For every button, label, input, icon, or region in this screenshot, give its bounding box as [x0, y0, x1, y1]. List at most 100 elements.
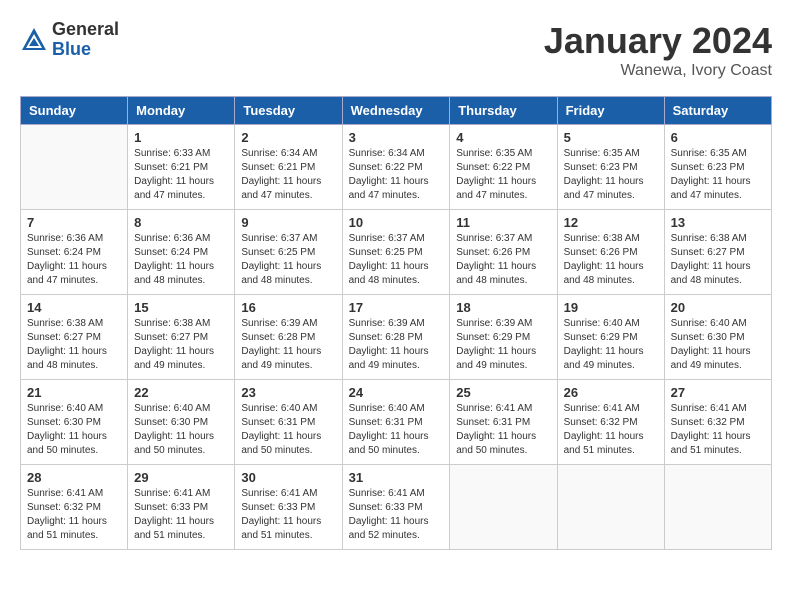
calendar-cell: 8 Sunrise: 6:36 AM Sunset: 6:24 PM Daylig… [128, 210, 235, 295]
calendar-cell: 17 Sunrise: 6:39 AM Sunset: 6:28 PM Dayli… [342, 295, 450, 380]
cell-info: Sunrise: 6:36 AM Sunset: 6:24 PM Dayligh… [134, 232, 228, 288]
calendar-cell: 1 Sunrise: 6:33 AM Sunset: 6:21 PM Daylig… [128, 125, 235, 210]
logo: General Blue [20, 20, 119, 60]
calendar-cell: 26 Sunrise: 6:41 AM Sunset: 6:32 PM Dayli… [557, 380, 664, 465]
calendar-cell: 5Sunrise: 6:35 AM Sunset: 6:23 PM Daylig… [557, 125, 664, 210]
month-title: January 2024 [544, 20, 772, 62]
calendar-cell: 30 Sunrise: 6:41 AM Sunset: 6:33 PM Dayli… [235, 465, 342, 550]
day-number: 13 [671, 215, 765, 230]
calendar-cell: 11 Sunrise: 6:37 AM Sunset: 6:26 PM Dayli… [450, 210, 557, 295]
calendar-cell: 12 Sunrise: 6:38 AM Sunset: 6:26 PM Dayli… [557, 210, 664, 295]
calendar-cell: 31 Sunrise: 6:41 AM Sunset: 6:33 PM Dayli… [342, 465, 450, 550]
day-number: 29 [134, 470, 228, 485]
weekday-header-row: SundayMondayTuesdayWednesdayThursdayFrid… [21, 97, 772, 125]
calendar-cell: 23Sunrise: 6:40 AM Sunset: 6:31 PM Dayli… [235, 380, 342, 465]
calendar-cell: 21Sunrise: 6:40 AM Sunset: 6:30 PM Dayli… [21, 380, 128, 465]
day-number: 3 [349, 130, 444, 145]
calendar-cell: 10 Sunrise: 6:37 AM Sunset: 6:25 PM Dayli… [342, 210, 450, 295]
weekday-header: Wednesday [342, 97, 450, 125]
cell-info: Sunrise: 6:40 AM Sunset: 6:30 PM Dayligh… [671, 317, 765, 373]
cell-info: Sunrise: 6:41 AM Sunset: 6:33 PM Dayligh… [134, 487, 228, 543]
logo-general: General [52, 20, 119, 40]
calendar-cell [664, 465, 771, 550]
calendar-cell: 3 Sunrise: 6:34 AM Sunset: 6:22 PM Daylig… [342, 125, 450, 210]
cell-info: Sunrise: 6:39 AM Sunset: 6:28 PM Dayligh… [349, 317, 444, 373]
calendar-cell: 13 Sunrise: 6:38 AM Sunset: 6:27 PM Dayli… [664, 210, 771, 295]
calendar-cell: 2 Sunrise: 6:34 AM Sunset: 6:21 PM Daylig… [235, 125, 342, 210]
day-number: 11 [456, 215, 550, 230]
day-number: 10 [349, 215, 444, 230]
calendar-cell: 22Sunrise: 6:40 AM Sunset: 6:30 PM Dayli… [128, 380, 235, 465]
day-number: 25 [456, 385, 550, 400]
day-number: 15 [134, 300, 228, 315]
weekday-header: Thursday [450, 97, 557, 125]
day-number: 1 [134, 130, 228, 145]
day-number: 20 [671, 300, 765, 315]
calendar-cell: 27Sunrise: 6:41 AM Sunset: 6:32 PM Dayli… [664, 380, 771, 465]
calendar-week-row: 21 Sunrise: 6:40 AM Sunset: 6:30 PM Dayli… [21, 380, 772, 465]
cell-info: Sunrise: 6:38 AM Sunset: 6:27 PM Dayligh… [671, 232, 765, 288]
calendar-cell: 16Sunrise: 6:39 AM Sunset: 6:28 PM Dayli… [235, 295, 342, 380]
calendar-week-row: 7 Sunrise: 6:36 AM Sunset: 6:24 PM Daylig… [21, 210, 772, 295]
cell-info: Sunrise: 6:39 AM Sunset: 6:28 PM Dayligh… [241, 317, 335, 373]
cell-info: Sunrise: 6:41 AM Sunset: 6:31 PM Dayligh… [456, 402, 550, 458]
cell-info: Sunrise: 6:38 AM Sunset: 6:27 PM Dayligh… [134, 317, 228, 373]
day-number: 17 [349, 300, 444, 315]
calendar-cell: 7 Sunrise: 6:36 AM Sunset: 6:24 PM Daylig… [21, 210, 128, 295]
cell-info: Sunrise: 6:41 AM Sunset: 6:32 PM Dayligh… [671, 402, 765, 458]
day-number: 12 [564, 215, 658, 230]
cell-info: Sunrise: 6:37 AM Sunset: 6:25 PM Dayligh… [349, 232, 444, 288]
day-number: 2 [241, 130, 335, 145]
logo-text: General Blue [52, 20, 119, 60]
cell-info: Sunrise: 6:40 AM Sunset: 6:30 PM Dayligh… [134, 402, 228, 458]
cell-info: Sunrise: 6:36 AM Sunset: 6:24 PM Dayligh… [27, 232, 121, 288]
calendar-cell: 28 Sunrise: 6:41 AM Sunset: 6:32 PM Dayli… [21, 465, 128, 550]
calendar-cell: 18Sunrise: 6:39 AM Sunset: 6:29 PM Dayli… [450, 295, 557, 380]
calendar-table: SundayMondayTuesdayWednesdayThursdayFrid… [20, 96, 772, 550]
cell-info: Sunrise: 6:35 AM Sunset: 6:22 PM Dayligh… [456, 147, 550, 203]
calendar-cell: 19 Sunrise: 6:40 AM Sunset: 6:29 PM Dayli… [557, 295, 664, 380]
cell-info: Sunrise: 6:33 AM Sunset: 6:21 PM Dayligh… [134, 147, 228, 203]
calendar-cell: 14Sunrise: 6:38 AM Sunset: 6:27 PM Dayli… [21, 295, 128, 380]
calendar-cell: 20 Sunrise: 6:40 AM Sunset: 6:30 PM Dayli… [664, 295, 771, 380]
calendar-week-row: 28 Sunrise: 6:41 AM Sunset: 6:32 PM Dayli… [21, 465, 772, 550]
cell-info: Sunrise: 6:34 AM Sunset: 6:22 PM Dayligh… [349, 147, 444, 203]
day-number: 26 [564, 385, 658, 400]
cell-info: Sunrise: 6:37 AM Sunset: 6:26 PM Dayligh… [456, 232, 550, 288]
cell-info: Sunrise: 6:37 AM Sunset: 6:25 PM Dayligh… [241, 232, 335, 288]
day-number: 4 [456, 130, 550, 145]
day-number: 24 [349, 385, 444, 400]
day-number: 6 [671, 130, 765, 145]
weekday-header: Tuesday [235, 97, 342, 125]
cell-info: Sunrise: 6:40 AM Sunset: 6:29 PM Dayligh… [564, 317, 658, 373]
weekday-header: Saturday [664, 97, 771, 125]
cell-info: Sunrise: 6:41 AM Sunset: 6:32 PM Dayligh… [564, 402, 658, 458]
day-number: 31 [349, 470, 444, 485]
day-number: 18 [456, 300, 550, 315]
weekday-header: Sunday [21, 97, 128, 125]
cell-info: Sunrise: 6:38 AM Sunset: 6:26 PM Dayligh… [564, 232, 658, 288]
calendar-cell [21, 125, 128, 210]
cell-info: Sunrise: 6:41 AM Sunset: 6:32 PM Dayligh… [27, 487, 121, 543]
day-number: 7 [27, 215, 121, 230]
calendar-cell: 4 Sunrise: 6:35 AM Sunset: 6:22 PM Daylig… [450, 125, 557, 210]
day-number: 14 [27, 300, 121, 315]
cell-info: Sunrise: 6:41 AM Sunset: 6:33 PM Dayligh… [349, 487, 444, 543]
day-number: 21 [27, 385, 121, 400]
day-number: 28 [27, 470, 121, 485]
logo-blue: Blue [52, 40, 119, 60]
calendar-cell: 29 Sunrise: 6:41 AM Sunset: 6:33 PM Dayli… [128, 465, 235, 550]
day-number: 19 [564, 300, 658, 315]
calendar-week-row: 1 Sunrise: 6:33 AM Sunset: 6:21 PM Daylig… [21, 125, 772, 210]
day-number: 8 [134, 215, 228, 230]
cell-info: Sunrise: 6:41 AM Sunset: 6:33 PM Dayligh… [241, 487, 335, 543]
weekday-header: Monday [128, 97, 235, 125]
calendar-cell: 24 Sunrise: 6:40 AM Sunset: 6:31 PM Dayli… [342, 380, 450, 465]
calendar-cell: 25 Sunrise: 6:41 AM Sunset: 6:31 PM Dayli… [450, 380, 557, 465]
calendar-cell: 9Sunrise: 6:37 AM Sunset: 6:25 PM Daylig… [235, 210, 342, 295]
cell-info: Sunrise: 6:34 AM Sunset: 6:21 PM Dayligh… [241, 147, 335, 203]
day-number: 30 [241, 470, 335, 485]
cell-info: Sunrise: 6:40 AM Sunset: 6:31 PM Dayligh… [349, 402, 444, 458]
logo-icon [20, 26, 48, 54]
calendar-cell [450, 465, 557, 550]
